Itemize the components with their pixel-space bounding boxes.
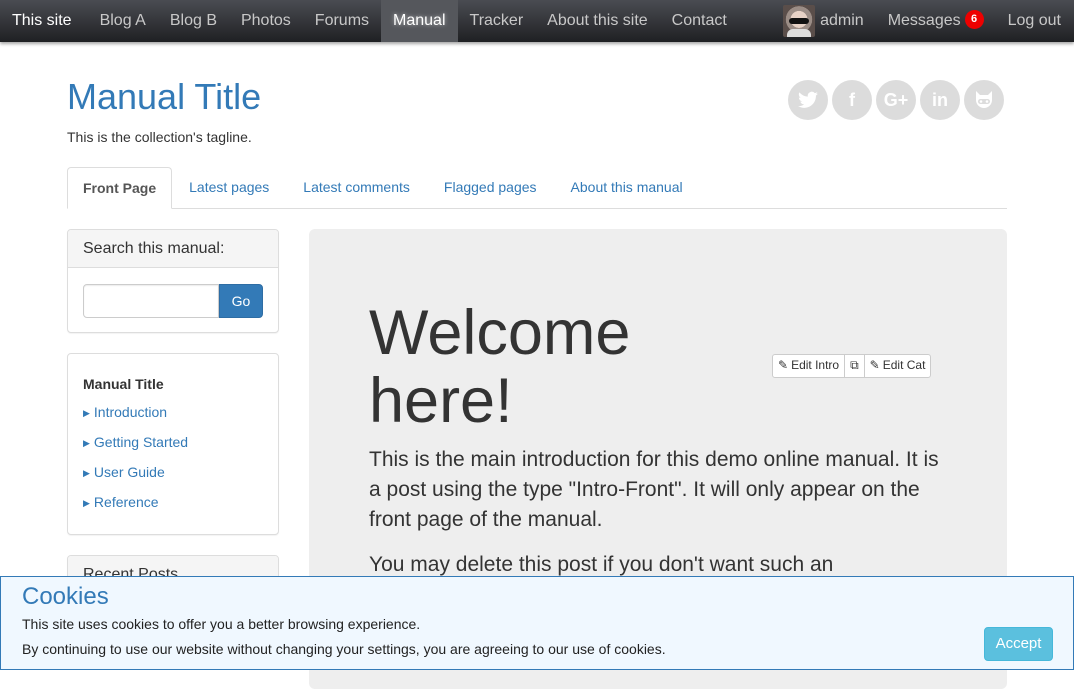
facebook-icon[interactable]: f — [832, 80, 872, 120]
search-form: Go — [83, 284, 278, 318]
toc-item-label: Introduction — [93, 404, 168, 420]
search-panel: Search this manual: Go — [67, 229, 279, 333]
nav-item-photos[interactable]: Photos — [229, 0, 303, 42]
cookie-banner: Cookies This site uses cookies to offer … — [0, 576, 1074, 670]
github-icon[interactable] — [964, 80, 1004, 120]
duplicate-button[interactable]: ⧉ — [844, 355, 864, 377]
tab-latest-pages[interactable]: Latest pages — [172, 167, 286, 208]
search-input[interactable] — [83, 284, 219, 318]
nav-item-blog-a[interactable]: Blog A — [88, 0, 158, 42]
nav-brand-this-site[interactable]: This site — [0, 0, 88, 42]
caret-right-icon: ▶ — [83, 468, 90, 478]
nav-item-tracker[interactable]: Tracker — [458, 0, 536, 42]
intro-paragraph: This is the main introduction for this d… — [369, 448, 939, 531]
toc-item-getting-started[interactable]: ▶ Getting Started — [83, 434, 263, 464]
toc-item-label: Getting Started — [93, 434, 189, 450]
toc-list: ▶ Introduction ▶ Getting Started ▶ User Gui… — [83, 404, 263, 524]
cookie-text-line2: By continuing to use our website without… — [22, 641, 666, 657]
twitter-icon[interactable] — [788, 80, 828, 120]
social-links: f G+ in — [788, 80, 1004, 120]
manual-tabs: Front Page Latest pages Latest comments … — [67, 167, 1007, 209]
edit-cat-button[interactable]: ✎ Edit Cat — [863, 355, 931, 377]
caret-right-icon: ▶ — [83, 408, 90, 418]
toc-item-label: User Guide — [93, 464, 165, 480]
top-navbar: This site Blog A Blog B Photos Forums Ma… — [0, 0, 1074, 42]
messages-count-badge: 6 — [964, 10, 984, 30]
search-go-button[interactable]: Go — [219, 284, 263, 318]
caret-right-icon: ▶ — [83, 438, 90, 448]
tab-latest-comments[interactable]: Latest comments — [286, 167, 427, 208]
toc-item-user-guide[interactable]: ▶ User Guide — [83, 464, 263, 494]
edit-intro-label: Edit Intro — [791, 358, 840, 372]
linkedin-icon[interactable]: in — [920, 80, 960, 120]
tab-flagged-pages[interactable]: Flagged pages — [427, 167, 554, 208]
nav-item-manual[interactable]: Manual — [381, 0, 458, 42]
nav-user-menu[interactable]: admin — [771, 0, 876, 42]
nav-item-about-this-site[interactable]: About this site — [535, 0, 660, 42]
toc-item-label: Reference — [93, 494, 159, 510]
intro-content: This is the main introduction for this d… — [369, 445, 949, 595]
cookie-accept-button[interactable]: Accept — [984, 627, 1053, 661]
edit-icon: ✎ — [778, 358, 789, 372]
edit-button-group: ✎ Edit Intro ⧉ ✎ Edit Cat — [772, 354, 932, 378]
nav-item-blog-b[interactable]: Blog B — [158, 0, 229, 42]
google-plus-icon[interactable]: G+ — [876, 80, 916, 120]
edit-cat-label: Edit Cat — [882, 358, 926, 372]
toc-title[interactable]: Manual Title — [83, 376, 263, 392]
nav-item-contact[interactable]: Contact — [660, 0, 739, 42]
page-title[interactable]: Manual Title — [67, 76, 261, 118]
caret-right-icon: ▶ — [83, 498, 90, 508]
toc-item-reference[interactable]: ▶ Reference — [83, 494, 263, 524]
cookie-text-line1: This site uses cookies to offer you a be… — [22, 616, 421, 632]
tagline: This is the collection's tagline. — [67, 129, 252, 145]
nav-messages[interactable]: Messages 6 — [876, 0, 996, 42]
nav-item-forums[interactable]: Forums — [303, 0, 381, 42]
welcome-heading: Welcome here! — [369, 298, 631, 436]
search-panel-heading: Search this manual: — [68, 230, 278, 268]
toc-panel: Manual Title ▶ Introduction ▶ Getting Star… — [67, 353, 279, 535]
toc-item-introduction[interactable]: ▶ Introduction — [83, 404, 263, 434]
messages-label: Messages — [887, 12, 961, 29]
avatar — [783, 4, 816, 37]
tab-about-this-manual[interactable]: About this manual — [554, 167, 700, 208]
copy-icon: ⧉ — [850, 358, 859, 372]
username: admin — [820, 12, 864, 29]
cookie-title: Cookies — [22, 583, 109, 610]
tab-front-page[interactable]: Front Page — [67, 167, 173, 209]
nav-logout[interactable]: Log out — [996, 0, 1074, 42]
edit-icon: ✎ — [869, 358, 880, 372]
edit-intro-button[interactable]: ✎ Edit Intro — [773, 355, 844, 377]
